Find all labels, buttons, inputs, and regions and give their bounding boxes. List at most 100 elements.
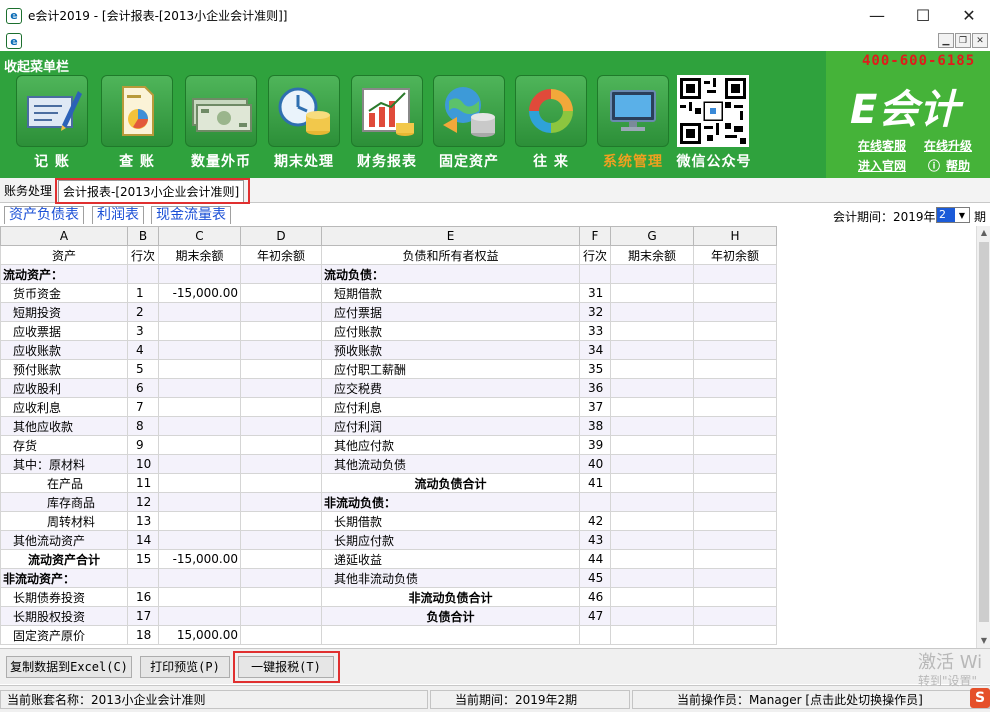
table-cell[interactable] bbox=[158, 416, 241, 436]
table-cell[interactable]: 16 bbox=[127, 587, 159, 607]
table-cell[interactable]: 应收账款 bbox=[0, 340, 128, 360]
table-cell[interactable] bbox=[610, 359, 694, 379]
table-cell[interactable] bbox=[158, 606, 241, 626]
column-letter[interactable]: C bbox=[158, 226, 241, 246]
table-cell[interactable] bbox=[158, 454, 241, 474]
table-cell[interactable]: 5 bbox=[127, 359, 159, 379]
table-cell[interactable] bbox=[158, 264, 241, 284]
scroll-thumb[interactable] bbox=[979, 242, 989, 622]
table-cell[interactable] bbox=[158, 473, 241, 493]
copy-to-excel-button[interactable]: 复制数据到Excel(C) bbox=[6, 656, 132, 678]
table-cell[interactable] bbox=[610, 264, 694, 284]
table-cell[interactable] bbox=[240, 511, 322, 531]
table-cell[interactable] bbox=[321, 625, 580, 645]
table-cell[interactable] bbox=[240, 378, 322, 398]
table-cell[interactable] bbox=[693, 378, 777, 398]
table-cell[interactable]: 流动负债合计 bbox=[321, 473, 580, 493]
vertical-scrollbar[interactable]: ▲ ▼ bbox=[976, 226, 990, 648]
table-cell[interactable] bbox=[610, 416, 694, 436]
table-cell[interactable]: 非流动负债： bbox=[321, 492, 580, 512]
column-header[interactable]: 负债和所有者权益 bbox=[321, 245, 580, 265]
online-service-link[interactable]: 在线客服 bbox=[858, 137, 906, 154]
table-cell[interactable] bbox=[158, 302, 241, 322]
status-operator[interactable]: 当前操作员：Manager [点击此处切换操作员] bbox=[632, 690, 990, 709]
table-cell[interactable]: 应付票据 bbox=[321, 302, 580, 322]
column-header[interactable]: 行次 bbox=[127, 245, 159, 265]
table-cell[interactable]: 其他流动资产 bbox=[0, 530, 128, 550]
period-end-button[interactable] bbox=[268, 75, 340, 147]
table-cell[interactable] bbox=[158, 321, 241, 341]
tab-cash-flow[interactable]: 现金流量表 bbox=[151, 206, 231, 224]
table-cell[interactable]: 47 bbox=[579, 606, 611, 626]
table-cell[interactable]: 应付利息 bbox=[321, 397, 580, 417]
table-cell[interactable] bbox=[693, 264, 777, 284]
table-cell[interactable] bbox=[693, 473, 777, 493]
table-cell[interactable] bbox=[693, 568, 777, 588]
table-cell[interactable] bbox=[610, 454, 694, 474]
table-cell[interactable] bbox=[240, 568, 322, 588]
table-cell[interactable] bbox=[693, 397, 777, 417]
column-header[interactable]: 资产 bbox=[0, 245, 128, 265]
table-cell[interactable]: 37 bbox=[579, 397, 611, 417]
table-cell[interactable] bbox=[610, 511, 694, 531]
table-cell[interactable] bbox=[240, 416, 322, 436]
table-cell[interactable]: 应付利润 bbox=[321, 416, 580, 436]
table-cell[interactable] bbox=[693, 435, 777, 455]
table-cell[interactable]: 应交税费 bbox=[321, 378, 580, 398]
table-cell[interactable]: 32 bbox=[579, 302, 611, 322]
table-cell[interactable] bbox=[693, 359, 777, 379]
table-cell[interactable] bbox=[693, 283, 777, 303]
table-cell[interactable] bbox=[240, 549, 322, 569]
table-cell[interactable]: 15,000.00 bbox=[158, 625, 241, 645]
table-cell[interactable]: 其中：原材料 bbox=[0, 454, 128, 474]
table-cell[interactable]: 其他非流动负债 bbox=[321, 568, 580, 588]
column-letter[interactable]: H bbox=[693, 226, 777, 246]
table-cell[interactable] bbox=[158, 530, 241, 550]
table-cell[interactable] bbox=[158, 587, 241, 607]
table-cell[interactable]: 库存商品 bbox=[0, 492, 128, 512]
table-cell[interactable]: 应付账款 bbox=[321, 321, 580, 341]
table-cell[interactable] bbox=[158, 397, 241, 417]
minimize-button[interactable]: — bbox=[854, 0, 900, 31]
table-cell[interactable]: 45 bbox=[579, 568, 611, 588]
online-upgrade-link[interactable]: 在线升级 bbox=[924, 137, 972, 154]
table-cell[interactable]: 流动负债： bbox=[321, 264, 580, 284]
table-cell[interactable]: 33 bbox=[579, 321, 611, 341]
table-cell[interactable] bbox=[693, 587, 777, 607]
table-cell[interactable]: 预收账款 bbox=[321, 340, 580, 360]
table-cell[interactable] bbox=[610, 568, 694, 588]
table-cell[interactable] bbox=[158, 378, 241, 398]
table-cell[interactable]: 41 bbox=[579, 473, 611, 493]
table-cell[interactable]: 6 bbox=[127, 378, 159, 398]
table-cell[interactable] bbox=[693, 549, 777, 569]
table-cell[interactable] bbox=[158, 435, 241, 455]
table-cell[interactable]: 长期股权投资 bbox=[0, 606, 128, 626]
tab-income-statement[interactable]: 利润表 bbox=[92, 206, 144, 224]
bookkeeping-button[interactable] bbox=[16, 75, 88, 147]
fixed-assets-button[interactable] bbox=[433, 75, 505, 147]
financial-reports-button[interactable] bbox=[351, 75, 423, 147]
table-cell[interactable] bbox=[610, 625, 694, 645]
maximize-button[interactable]: ☐ bbox=[900, 0, 946, 31]
table-cell[interactable]: 43 bbox=[579, 530, 611, 550]
tab-bookkeeping[interactable]: 账务处理 bbox=[0, 180, 56, 202]
table-cell[interactable]: 40 bbox=[579, 454, 611, 474]
table-cell[interactable]: 短期借款 bbox=[321, 283, 580, 303]
scroll-up-icon[interactable]: ▲ bbox=[977, 226, 990, 240]
table-cell[interactable] bbox=[240, 530, 322, 550]
table-cell[interactable]: 36 bbox=[579, 378, 611, 398]
table-cell[interactable] bbox=[693, 416, 777, 436]
table-cell[interactable] bbox=[127, 264, 159, 284]
table-cell[interactable]: 应收票据 bbox=[0, 321, 128, 341]
column-header[interactable]: 年初余额 bbox=[693, 245, 777, 265]
table-cell[interactable] bbox=[158, 492, 241, 512]
table-cell[interactable]: 短期投资 bbox=[0, 302, 128, 322]
table-cell[interactable] bbox=[610, 435, 694, 455]
table-cell[interactable] bbox=[240, 397, 322, 417]
column-letter[interactable]: A bbox=[0, 226, 128, 246]
table-cell[interactable] bbox=[610, 549, 694, 569]
table-cell[interactable]: 12 bbox=[127, 492, 159, 512]
table-cell[interactable]: 3 bbox=[127, 321, 159, 341]
table-cell[interactable] bbox=[610, 321, 694, 341]
help-link[interactable]: 帮助 bbox=[946, 157, 970, 174]
